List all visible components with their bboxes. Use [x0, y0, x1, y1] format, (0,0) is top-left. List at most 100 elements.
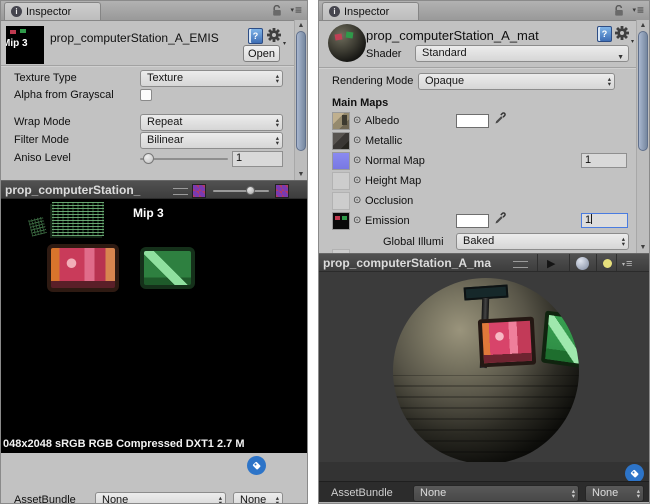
- preview-footer: AssetBundle None ▴ ▾ None ▴ ▾: [319, 462, 649, 503]
- gear-icon[interactable]: ▾: [615, 26, 634, 45]
- assetbundle-variant-dropdown[interactable]: None ▴ ▾: [233, 492, 283, 503]
- scroll-up-icon[interactable]: ▲: [637, 22, 649, 29]
- separator: [569, 254, 570, 271]
- emission-texture-thumb[interactable]: [332, 212, 350, 230]
- emission-intensity-field[interactable]: 1: [581, 213, 628, 228]
- sphere-red-screen: [477, 316, 537, 368]
- thumb-mip-overlay: Mip 3: [6, 38, 28, 49]
- normal-map-label: Normal Map: [365, 155, 425, 167]
- eyedropper-icon[interactable]: [494, 212, 507, 230]
- texture-thumbnail[interactable]: Mip 3: [6, 26, 44, 64]
- scroll-down-icon[interactable]: ▼: [637, 244, 649, 251]
- shader-label: Shader: [366, 48, 402, 60]
- help-icon[interactable]: ?: [248, 28, 263, 44]
- window-menu-icon[interactable]: ▾ ≡: [632, 3, 644, 17]
- normal-map-strength-field[interactable]: 1: [581, 153, 627, 168]
- texture-preview-header[interactable]: prop_computerStation_: [1, 180, 307, 199]
- eyedropper-icon[interactable]: [494, 112, 507, 130]
- tab-inspector[interactable]: i Inspector: [322, 2, 419, 20]
- texture-type-dropdown[interactable]: Texture ▴ ▾: [140, 70, 283, 87]
- rgb-channels-icon[interactable]: [192, 184, 206, 198]
- assetbundle-dropdown[interactable]: None ▴ ▾: [413, 485, 579, 502]
- texture-detail-green-screen: [140, 247, 195, 289]
- material-thumbnail[interactable]: [328, 24, 366, 62]
- rendering-mode-label: Rendering Mode: [332, 75, 414, 87]
- tab-bar: i Inspector ▾ ≡: [1, 1, 307, 21]
- thumb-green-screen: [345, 31, 354, 39]
- aniso-level-label: Aniso Level: [14, 152, 71, 164]
- assetbundle-variant-dropdown[interactable]: None ▴ ▾: [585, 485, 644, 502]
- texture-picker-icon[interactable]: ⊙: [353, 135, 361, 146]
- material-inspector-window: i Inspector ▾ ≡ prop_computerStation_A_ma…: [318, 0, 650, 504]
- normal-map-texture-thumb[interactable]: [332, 152, 350, 170]
- texture-picker-icon[interactable]: ⊙: [353, 175, 361, 186]
- scrollbar-thumb[interactable]: [296, 31, 306, 151]
- scroll-up-icon[interactable]: ▲: [295, 22, 307, 29]
- info-icon: i: [329, 6, 340, 17]
- texture-picker-icon[interactable]: ⊙: [353, 195, 361, 206]
- assetbundle-tag-icon[interactable]: [247, 456, 266, 475]
- open-button[interactable]: Open: [243, 45, 280, 62]
- info-icon: i: [11, 6, 22, 17]
- preview-menu-icon[interactable]: ▾ ≡: [622, 258, 632, 270]
- rendering-mode-dropdown[interactable]: Opaque ▴ ▾: [418, 73, 615, 90]
- sphere-banding: [393, 374, 579, 462]
- albedo-color-swatch[interactable]: [456, 114, 489, 128]
- material-preview-area[interactable]: [319, 272, 649, 462]
- play-button[interactable]: ▶: [547, 257, 555, 270]
- wrap-mode-dropdown[interactable]: Repeat ▴ ▾: [140, 114, 283, 131]
- lock-icon[interactable]: [272, 4, 283, 22]
- asset-title: prop_computerStation_A_mat: [366, 28, 539, 43]
- assetbundle-row: AssetBundle None ▴ ▾ None ▴ ▾: [319, 481, 649, 503]
- texture-preview-area[interactable]: Mip 3 048x2048 sRGB RGB Compressed DXT1 …: [1, 199, 307, 453]
- texture-detail-keyboard-small: [28, 216, 47, 237]
- albedo-texture-thumb[interactable]: [332, 112, 350, 130]
- separator: [537, 254, 538, 271]
- preview-shape-sphere-button[interactable]: [576, 257, 589, 270]
- preview-title: prop_computerStation_A_ma: [323, 256, 492, 270]
- mip-slider-track[interactable]: [213, 190, 269, 192]
- scrollbar-thumb[interactable]: [638, 31, 648, 151]
- texture-picker-icon[interactable]: ⊙: [353, 215, 361, 226]
- properties-scrollbar[interactable]: ▲ ▼: [294, 20, 307, 180]
- sphere-green-screen: [540, 310, 579, 370]
- separator: [616, 254, 617, 271]
- aniso-slider-knob[interactable]: [143, 153, 154, 164]
- alpha-from-grayscale-checkbox[interactable]: [140, 89, 152, 101]
- global-illumination-label: Global Illumi: [383, 236, 444, 248]
- texture-picker-icon[interactable]: ⊙: [353, 115, 361, 126]
- filter-mode-label: Filter Mode: [14, 134, 70, 146]
- scroll-down-icon[interactable]: ▼: [295, 171, 307, 178]
- tab-label: Inspector: [344, 5, 390, 18]
- texture-picker-icon[interactable]: ⊙: [353, 155, 361, 166]
- filter-mode-dropdown[interactable]: Bilinear ▴ ▾: [140, 132, 283, 149]
- global-illumination-dropdown[interactable]: Baked ▴ ▾: [456, 233, 629, 250]
- window-menu-icon[interactable]: ▾ ≡: [290, 3, 302, 17]
- alpha-from-grayscale-label: Alpha from Grayscal: [14, 89, 114, 101]
- preview-light-button[interactable]: [603, 259, 612, 268]
- wrap-mode-label: Wrap Mode: [14, 116, 71, 128]
- lock-icon[interactable]: [614, 4, 625, 22]
- tab-inspector[interactable]: i Inspector: [4, 2, 101, 20]
- height-map-texture-thumb[interactable]: [332, 172, 350, 190]
- material-preview-header[interactable]: prop_computerStation_A_ma ▶ ▾ ≡: [319, 253, 649, 272]
- help-icon[interactable]: ?: [597, 26, 612, 42]
- aniso-value-field[interactable]: 1: [232, 151, 283, 167]
- emission-color-swatch[interactable]: [456, 214, 489, 228]
- properties-scrollbar[interactable]: ▲ ▼: [636, 20, 649, 253]
- alpha-channel-icon[interactable]: [275, 184, 289, 198]
- shader-dropdown[interactable]: Standard ▼: [415, 45, 629, 62]
- occlusion-texture-thumb[interactable]: [332, 192, 350, 210]
- thumb-red-screen: [334, 33, 343, 41]
- header-divider: [1, 65, 307, 66]
- header-divider: [319, 67, 649, 68]
- tab-label: Inspector: [26, 5, 72, 18]
- albedo-label: Albedo: [365, 115, 400, 127]
- texture-detail-red-screen: [47, 244, 119, 292]
- metallic-texture-thumb[interactable]: [332, 132, 350, 150]
- mip-slider-knob[interactable]: [246, 186, 255, 195]
- separator: [596, 254, 597, 271]
- drag-handle[interactable]: [513, 261, 528, 268]
- drag-handle[interactable]: [173, 188, 188, 195]
- assetbundle-dropdown[interactable]: None ▴ ▾: [95, 492, 226, 503]
